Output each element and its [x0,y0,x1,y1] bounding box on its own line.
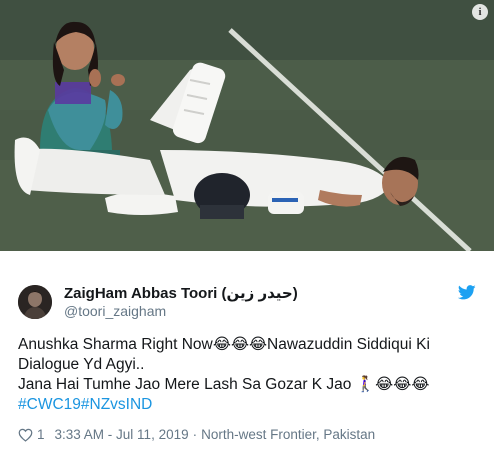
cricket-scene-illustration [0,0,494,251]
info-icon[interactable]: i [472,4,488,20]
display-name[interactable]: ZaigHam Abbas Toori (حیدر زین) [64,284,298,302]
tweet-text-line: Anushka Sharma Right Now😂😂😂Nawazuddin Si… [18,336,430,353]
meta-separator: · [192,427,198,442]
user-handle[interactable]: @toori_zaigham [64,303,166,319]
hashtag-link[interactable]: #CWC19#NZvsIND [18,395,480,415]
location-text: North-west Frontier, Pakistan [201,427,376,442]
twitter-bird-icon[interactable] [458,285,476,300]
avatar-silhouette-icon [18,285,52,319]
tweet-text-line: Jana Hai Tumhe Jao Mere Lash Sa Gozar K … [18,376,430,393]
tweet-text: Anushka Sharma Right Now😂😂😂Nawazuddin Si… [18,335,480,415]
tweet-meta: 1 3:33 AM - Jul 11, 2019 · North-west Fr… [18,427,375,442]
like-count[interactable]: 1 [37,427,45,442]
heart-icon[interactable] [18,428,33,442]
tweet-card: ZaigHam Abbas Toori (حیدر زین) @toori_za… [0,251,494,455]
tweet-text-line: Dialogue Yd Agyi.. [18,356,145,373]
meme-photo[interactable]: i [0,0,494,251]
timestamp-link[interactable]: 3:33 AM - Jul 11, 2019 [55,427,189,442]
avatar[interactable] [18,285,52,319]
